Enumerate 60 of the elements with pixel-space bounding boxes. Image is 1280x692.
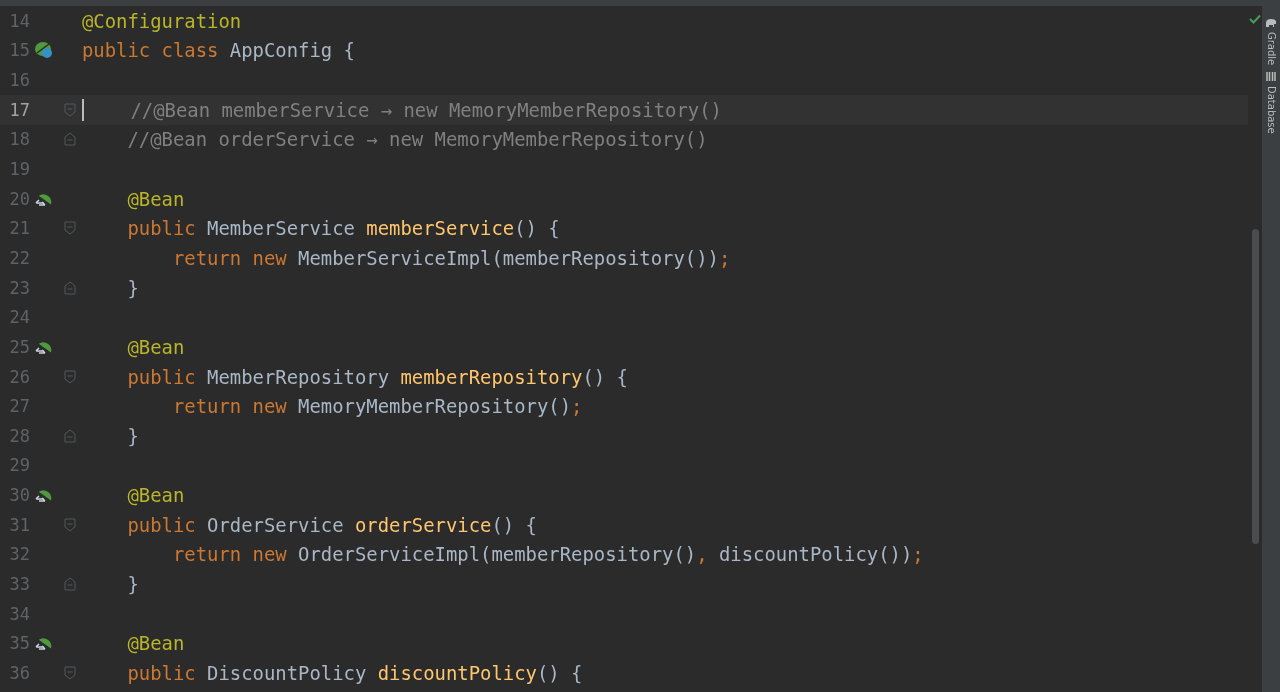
code-line: @Bean — [126, 187, 185, 210]
line-number: 14 — [8, 10, 30, 31]
line-number: 30 — [8, 485, 30, 506]
line-number: 33 — [8, 574, 30, 594]
fold-icon[interactable] — [64, 132, 76, 147]
code-line: @Configuration — [82, 9, 242, 32]
code-line: //@Bean orderService → new MemoryMemberRepository() — [126, 128, 708, 151]
line-number: 18 — [8, 129, 30, 150]
database-icon — [1266, 71, 1276, 83]
line-number: 27 — [8, 396, 30, 417]
line-number: 23 — [8, 277, 30, 298]
code-line: @Bean — [126, 335, 185, 358]
fold-icon[interactable] — [64, 428, 76, 443]
line-number: 15 — [8, 40, 30, 61]
line-number: 32 — [8, 544, 30, 565]
line-number: 34 — [8, 603, 30, 624]
line-number: 28 — [8, 425, 30, 446]
fold-icon[interactable] — [64, 280, 76, 295]
spring-bean-icon[interactable] — [34, 41, 54, 60]
code-line: public OrderService orderService() { — [126, 513, 537, 536]
check-icon[interactable] — [1249, 14, 1261, 24]
spring-bean-icon[interactable] — [34, 635, 54, 652]
line-number: 26 — [8, 366, 30, 387]
scrollbar-thumb[interactable] — [1251, 229, 1259, 544]
code-line: public MemberService memberService() { — [126, 217, 560, 240]
line-number: 21 — [8, 218, 30, 239]
elephant-icon — [1265, 18, 1277, 28]
line-number: 31 — [8, 514, 30, 535]
line-number: 16 — [8, 70, 30, 91]
line-number: 36 — [8, 662, 30, 683]
fold-icon[interactable] — [64, 221, 76, 236]
fold-icon[interactable] — [64, 577, 76, 591]
tool-window-button[interactable]: Gradle — [1265, 18, 1277, 66]
code-line: return new MemberServiceImpl(memberRepository()); — [172, 246, 731, 269]
code-line: public class AppConfig { — [82, 39, 355, 62]
line-number: 22 — [8, 247, 30, 268]
code-line: @Bean — [126, 484, 185, 507]
tool-window-button[interactable]: Database — [1265, 71, 1277, 134]
line-number: 20 — [8, 188, 30, 209]
fold-icon[interactable] — [64, 517, 76, 532]
fold-icon[interactable] — [64, 665, 76, 680]
code-line: } — [126, 424, 139, 447]
line-number: 17 — [8, 99, 30, 120]
line-number: 25 — [8, 336, 30, 357]
code-line: } — [126, 276, 139, 299]
code-line: public DiscountPolicy discountPolicy() { — [126, 661, 583, 684]
line-number: 35 — [8, 633, 30, 654]
text-caret — [82, 98, 84, 121]
code-line: //@Bean memberService → new MemoryMemberRepository() — [129, 98, 722, 121]
code-line: } — [126, 573, 139, 595]
fold-icon[interactable] — [64, 102, 76, 117]
code-line: return new OrderServiceImpl(memberRepository(), discountPolicy()); — [172, 543, 924, 566]
line-number: 19 — [8, 159, 30, 179]
line-number: 29 — [8, 455, 30, 476]
line-number: 24 — [8, 307, 30, 328]
spring-bean-icon[interactable] — [34, 487, 54, 504]
code-line: return new MemoryMemberRepository(); — [172, 395, 583, 418]
fold-icon[interactable] — [64, 369, 76, 384]
code-line: @Bean — [126, 632, 185, 655]
code-line: public MemberRepository memberRepository() { — [126, 365, 628, 388]
